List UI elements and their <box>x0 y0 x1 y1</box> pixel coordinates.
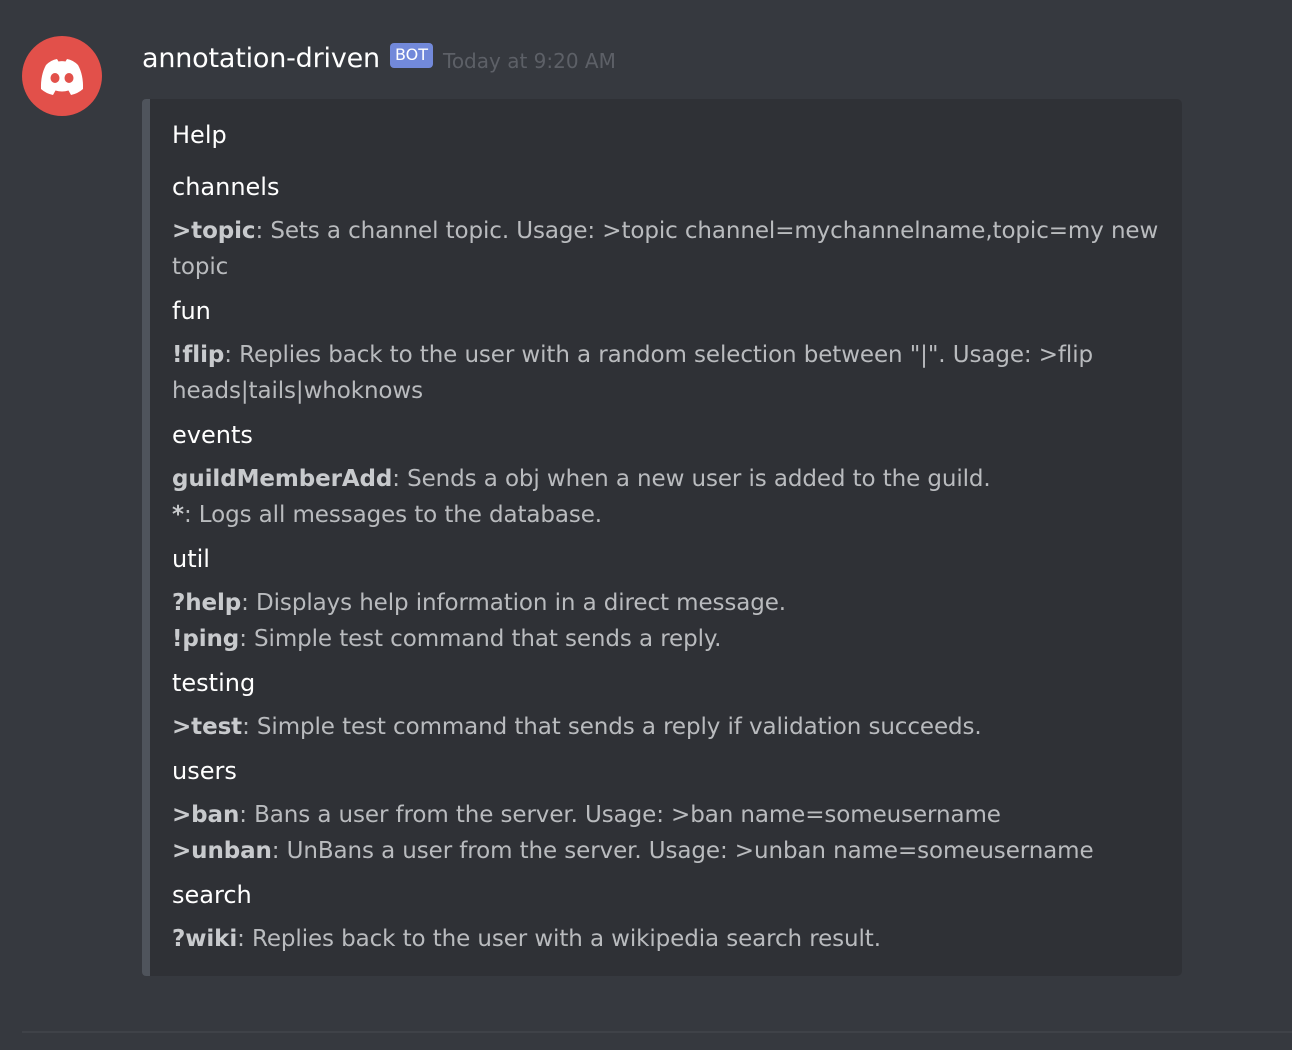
message-header: annotation-driven BOT Today at 9:20 AM <box>142 38 616 78</box>
field-name: util <box>172 545 210 573</box>
command-line: ?help: Displays help information in a di… <box>172 585 1162 621</box>
command-line: >test: Simple test command that sends a … <box>172 709 1162 745</box>
command-line: *: Logs all messages to the database. <box>172 497 1162 533</box>
field-name: channels <box>172 173 280 201</box>
command-name: !flip <box>172 342 225 368</box>
timestamp[interactable]: Today at 9:20 AM <box>443 49 616 73</box>
command-description: : Simple test command that sends a reply… <box>242 714 982 740</box>
command-description: : Bans a user from the server. Usage: >b… <box>239 802 1001 828</box>
command-description: : Logs all messages to the database. <box>183 502 603 528</box>
command-line: >topic: Sets a channel topic. Usage: >to… <box>172 213 1162 285</box>
embed-field-util: util ?help: Displays help information in … <box>172 541 1162 657</box>
help-embed: Help channels >topic: Sets a channel topi… <box>142 99 1182 976</box>
command-name: >unban <box>172 838 272 864</box>
command-line: ?wiki: Replies back to the user with a w… <box>172 921 1162 957</box>
discord-logo-icon <box>40 59 84 95</box>
command-description: : Displays help information in a direct … <box>241 590 787 616</box>
chat-message: annotation-driven BOT Today at 9:20 AM H… <box>0 0 1292 1050</box>
command-name: guildMemberAdd <box>172 466 393 492</box>
embed-field-fun: fun !flip: Replies back to the user with … <box>172 293 1162 409</box>
command-line: !ping: Simple test command that sends a … <box>172 621 1162 657</box>
avatar[interactable] <box>22 36 102 116</box>
embed-color-bar <box>142 99 150 976</box>
command-line: >ban: Bans a user from the server. Usage… <box>172 797 1162 833</box>
field-name: fun <box>172 297 211 325</box>
command-line: !flip: Replies back to the user with a r… <box>172 337 1162 409</box>
embed-field-testing: testing >test: Simple test command that s… <box>172 665 1162 745</box>
field-name: users <box>172 757 237 785</box>
embed-field-users: users >ban: Bans a user from the server. … <box>172 753 1162 869</box>
command-name: >test <box>172 714 243 740</box>
command-description: : Replies back to the user with a random… <box>172 342 1094 404</box>
command-name: >topic <box>172 218 256 244</box>
embed-field-channels: channels >topic: Sets a channel topic. Us… <box>172 169 1162 285</box>
command-line: guildMemberAdd: Sends a obj when a new u… <box>172 461 1162 497</box>
command-description: : Sets a channel topic. Usage: >topic ch… <box>172 218 1159 280</box>
command-description: : Replies back to the user with a wikipe… <box>237 926 881 952</box>
command-description: : UnBans a user from the server. Usage: … <box>271 838 1094 864</box>
command-name: !ping <box>172 626 240 652</box>
command-line: >unban: UnBans a user from the server. U… <box>172 833 1162 869</box>
command-name: ?wiki <box>172 926 238 952</box>
command-description: : Simple test command that sends a reply… <box>239 626 722 652</box>
command-name: ?help <box>172 590 242 616</box>
command-name: >ban <box>172 802 240 828</box>
embed-fields: channels >topic: Sets a channel topic. Us… <box>172 169 1162 957</box>
field-name: testing <box>172 669 256 697</box>
field-name: events <box>172 421 253 449</box>
field-name: search <box>172 881 252 909</box>
embed-field-search: search ?wiki: Replies back to the user wi… <box>172 877 1162 957</box>
embed-title: Help <box>172 121 227 149</box>
message-divider <box>22 1031 1292 1033</box>
embed-field-events: events guildMemberAdd: Sends a obj when a… <box>172 417 1162 533</box>
command-description: : Sends a obj when a new user is added t… <box>392 466 991 492</box>
embed-body: Help channels >topic: Sets a channel topi… <box>172 117 1162 965</box>
username[interactable]: annotation-driven <box>142 43 380 74</box>
command-name: * <box>172 502 184 528</box>
bot-tag: BOT <box>389 42 433 68</box>
